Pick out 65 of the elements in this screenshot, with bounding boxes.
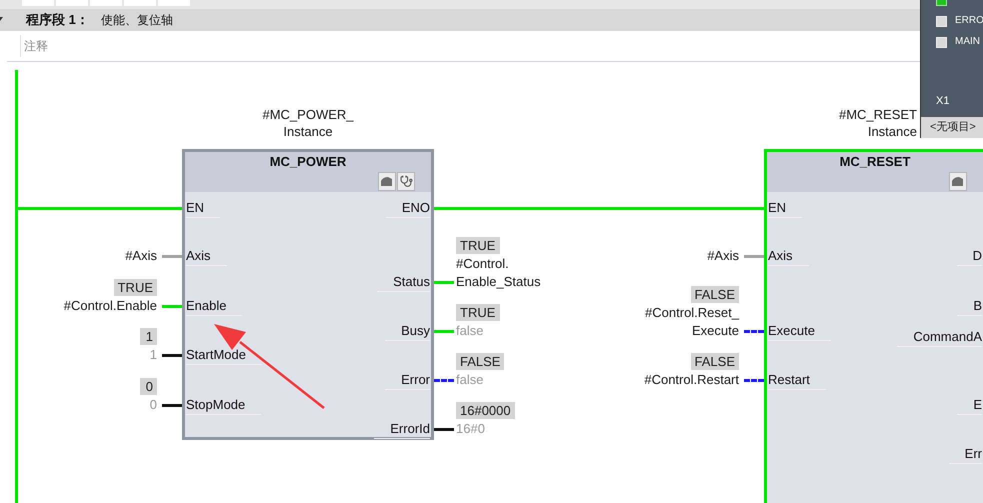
- block-icon[interactable]: [378, 172, 396, 191]
- block-title: MC_POWER: [270, 153, 346, 171]
- pin-label: Status: [377, 273, 430, 292]
- actual-value: 0: [150, 396, 157, 414]
- pin-label: Axis: [768, 247, 809, 266]
- wire: [162, 354, 182, 357]
- panel-footer: <无项目>: [930, 119, 976, 136]
- network-description: 使能、复位轴: [100, 12, 173, 29]
- wire: [434, 330, 454, 333]
- instance-label: Instance: [283, 123, 333, 140]
- pin-label: EN: [186, 199, 220, 218]
- pin-label: EN: [768, 199, 802, 218]
- operand-label: #Control.: [456, 255, 509, 273]
- block-title: MC_RESET: [840, 153, 910, 171]
- wire: [434, 379, 454, 382]
- pin-label: ErrorId: [374, 420, 430, 439]
- operand-label: Enable_Status: [456, 273, 541, 291]
- wire: [434, 281, 454, 284]
- wire: [162, 255, 182, 258]
- operand-label: #Control.Enable: [64, 297, 157, 315]
- pin-label: CommandA: [897, 328, 982, 347]
- wire: [744, 330, 764, 333]
- pin-label: E: [957, 396, 982, 415]
- wire: [162, 305, 182, 308]
- instance-label: #MC_RESET: [838, 106, 917, 123]
- pin-label: Error: [385, 371, 430, 390]
- status-value: FALSE: [690, 353, 739, 370]
- operand-label: Execute: [692, 322, 739, 340]
- wire: [744, 255, 764, 258]
- pin-label: Execute: [768, 322, 831, 341]
- pin-label: Err: [948, 445, 982, 464]
- status-value: 0: [140, 378, 157, 395]
- status-value: FALSE: [690, 286, 739, 303]
- operand-label: #Axis: [707, 247, 739, 265]
- status-value: TRUE: [456, 237, 500, 254]
- wire: [744, 379, 764, 382]
- pin-label: Restart: [768, 371, 826, 390]
- wire: [434, 428, 454, 431]
- checkbox-label: MAIN: [955, 36, 980, 48]
- pin-label: Enable: [186, 297, 242, 316]
- stethoscope-icon[interactable]: [397, 172, 415, 191]
- status-value: FALSE: [456, 353, 504, 370]
- operand-label: #Control.Reset_: [645, 304, 739, 322]
- network-title: 程序段 1：: [26, 11, 89, 30]
- pin-label: B: [957, 297, 982, 316]
- pin-label: StopMode: [186, 396, 262, 415]
- operand-label: #Axis: [125, 247, 157, 265]
- block-icon[interactable]: [949, 172, 967, 191]
- actual-value: 16#0: [456, 420, 485, 438]
- status-value: TRUE: [456, 304, 500, 321]
- status-value: TRUE: [114, 279, 157, 296]
- status-value: 1: [140, 328, 157, 345]
- operand-label: #Control.Restart: [644, 371, 739, 389]
- pin-label: D: [956, 247, 982, 266]
- actual-value: false: [456, 371, 484, 389]
- wire: [162, 404, 182, 407]
- pin-label: Axis: [186, 247, 227, 266]
- panel-title: X1: [936, 94, 950, 108]
- instance-label: #MC_POWER_: [262, 106, 354, 123]
- pin-label: Busy: [385, 322, 430, 341]
- pin-label: ENO: [386, 199, 430, 218]
- actual-value: 1: [150, 346, 157, 364]
- status-value: 16#0000: [456, 402, 515, 419]
- actual-value: false: [456, 322, 484, 340]
- instance-label: Instance: [868, 123, 917, 140]
